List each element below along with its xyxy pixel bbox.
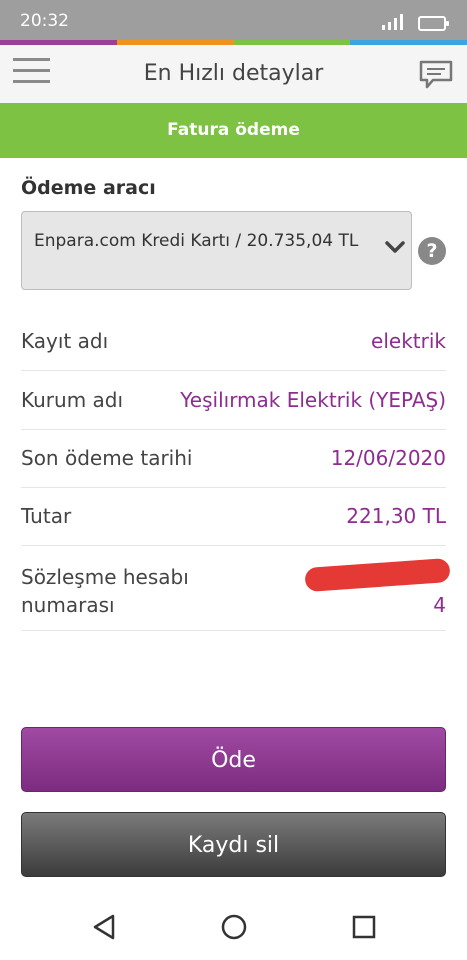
amount-label: Tutar (21, 504, 72, 528)
contract-value-visible: 4 (433, 593, 446, 617)
recents-icon[interactable] (351, 913, 377, 941)
contract-label: Sözleşme hesabı numarası (21, 565, 189, 617)
payment-tool-select[interactable]: Enpara.com Kredi Kartı / 20.735,04 TL (21, 211, 412, 290)
home-icon[interactable] (220, 913, 248, 941)
detail-row-institution: Kurum adı Yeşilırmak Elektrik (YEPAŞ) (21, 372, 446, 430)
detail-row-record-name: Kayıt adı elektrik (21, 313, 446, 371)
app-bar: En Hızlı detaylar (0, 45, 467, 103)
detail-row-due-date: Son ödeme tarihi 12/06/2020 (21, 430, 446, 488)
page-title: En Hızlı detaylar (143, 61, 324, 86)
amount-value: 221,30 TL (346, 504, 446, 528)
due-date-label: Son ödeme tarihi (21, 446, 193, 470)
payment-tool-label: Ödeme aracı (21, 177, 156, 199)
chevron-down-icon (385, 241, 405, 253)
help-icon[interactable]: ? (418, 237, 446, 265)
record-name-label: Kayıt adı (21, 329, 109, 353)
delete-record-button[interactable]: Kaydı sil (21, 812, 446, 877)
system-nav-bar (0, 895, 467, 960)
battery-icon (418, 16, 449, 31)
detail-row-amount: Tutar 221,30 TL (21, 488, 446, 546)
due-date-value: 12/06/2020 (330, 446, 446, 470)
back-icon[interactable] (91, 913, 117, 941)
section-header: Fatura ödeme (0, 103, 467, 158)
chat-icon[interactable] (418, 59, 454, 91)
institution-label: Kurum adı (21, 388, 124, 412)
institution-value: Yeşilırmak Elektrik (YEPAŞ) (180, 388, 446, 412)
record-name-value: elektrik (371, 329, 446, 353)
status-time: 20:32 (20, 11, 69, 31)
signal-icon (382, 14, 403, 30)
pay-button[interactable]: Öde (21, 727, 446, 792)
status-bar: 20:32 (0, 0, 467, 40)
payment-tool-value: Enpara.com Kredi Kartı / 20.735,04 TL (34, 231, 359, 251)
